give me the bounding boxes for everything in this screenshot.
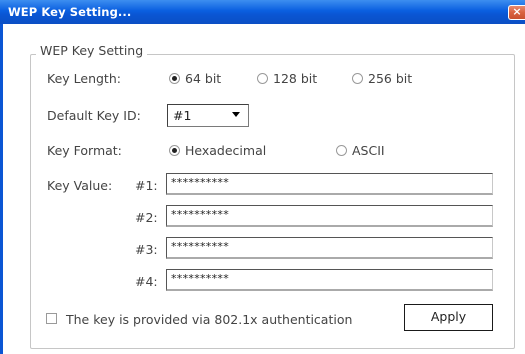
key-4-value: ********** [171,272,229,285]
key-1-input[interactable]: ********** [166,173,493,195]
default-key-id-label: Default Key ID: [47,108,141,123]
window-left-border [0,24,3,354]
close-icon: × [512,5,522,18]
radio-ascii[interactable] [336,145,347,156]
chevron-down-icon[interactable] [232,112,240,117]
radio-ascii-label[interactable]: ASCII [352,143,385,158]
auth-checkbox-label[interactable]: The key is provided via 802.1x authentic… [66,312,352,327]
key-1-label: #1: [135,178,158,193]
key-3-label: #3: [135,242,158,257]
title-bar[interactable]: WEP Key Setting... × [0,0,525,24]
key-3-input[interactable]: ********** [166,237,493,259]
key-format-label: Key Format: [47,143,122,158]
close-button[interactable]: × [508,5,525,20]
radio-256-bit-label[interactable]: 256 bit [368,71,412,86]
radio-64-bit-label[interactable]: 64 bit [185,71,221,86]
key-4-label: #4: [135,274,158,289]
radio-64-bit[interactable] [169,73,180,84]
radio-256-bit[interactable] [352,73,363,84]
auth-checkbox[interactable] [46,313,57,324]
key-4-input[interactable]: ********** [166,269,493,291]
key-length-label: Key Length: [47,71,121,86]
apply-button[interactable]: Apply [404,304,493,331]
radio-128-bit[interactable] [257,73,268,84]
key-2-value: ********** [171,208,229,221]
radio-hexadecimal-label[interactable]: Hexadecimal [185,143,266,158]
default-key-id-select[interactable]: #1 [167,104,249,127]
key-3-value: ********** [171,240,229,253]
wep-key-setting-dialog: WEP Key Setting... × WEP Key Setting Key… [0,0,525,354]
radio-128-bit-label[interactable]: 128 bit [273,71,317,86]
radio-selected-dot [172,148,177,153]
key-1-value: ********** [171,176,229,189]
key-value-label: Key Value: [47,178,113,193]
key-2-input[interactable]: ********** [166,205,493,227]
default-key-id-value: #1 [173,108,192,123]
window-title: WEP Key Setting... [8,5,132,19]
radio-selected-dot [172,76,177,81]
key-2-label: #2: [135,210,158,225]
radio-hexadecimal[interactable] [169,145,180,156]
group-legend: WEP Key Setting [36,43,148,58]
